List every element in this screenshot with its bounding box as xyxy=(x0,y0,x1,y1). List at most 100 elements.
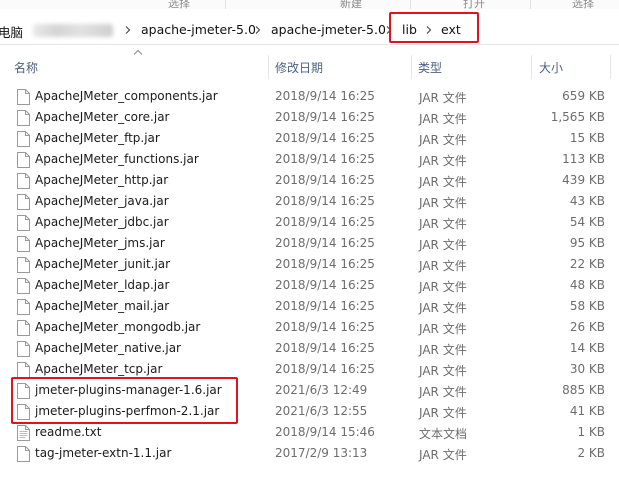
text-file-icon xyxy=(17,425,30,441)
file-size: 439 KB xyxy=(562,173,605,187)
file-date: 2017/2/9 13:13 xyxy=(275,446,368,460)
file-type: JAR 文件 xyxy=(419,301,467,315)
file-icon xyxy=(17,194,30,210)
file-name: ApacheJMeter_junit.jar xyxy=(35,257,171,271)
file-name: ApacheJMeter_functions.jar xyxy=(35,152,199,166)
file-icon xyxy=(17,446,30,462)
file-icon xyxy=(17,131,30,147)
file-row[interactable]: ApacheJMeter_ftp.jar 2018/9/14 16:25 JAR… xyxy=(8,128,619,149)
file-row[interactable]: ApacheJMeter_http.jar 2018/9/14 16:25 JA… xyxy=(8,170,619,191)
file-type: JAR 文件 xyxy=(419,322,467,336)
file-row[interactable]: ApacheJMeter_functions.jar 2018/9/14 16:… xyxy=(8,149,619,170)
column-header-row: 名称 修改日期 类型 大小 xyxy=(0,55,619,80)
file-icon xyxy=(17,257,30,273)
file-row[interactable]: ApacheJMeter_mail.jar 2018/9/14 16:25 JA… xyxy=(8,296,619,317)
file-size: 1,565 KB xyxy=(550,110,605,124)
file-size: 48 KB xyxy=(569,278,605,292)
file-row[interactable]: readme.txt 2018/9/14 15:46 文本文档 1 KB xyxy=(8,422,619,443)
file-icon xyxy=(17,299,30,315)
ribbon-group-label: 新建 xyxy=(340,0,362,9)
column-divider[interactable] xyxy=(531,55,532,79)
file-icon xyxy=(17,110,30,126)
file-type: JAR 文件 xyxy=(419,154,467,168)
file-row[interactable]: ApacheJMeter_jdbc.jar 2018/9/14 16:25 JA… xyxy=(8,212,619,233)
file-type: JAR 文件 xyxy=(419,133,467,147)
file-type: JAR 文件 xyxy=(419,280,467,294)
file-size: 2 KB xyxy=(577,446,605,460)
column-divider[interactable] xyxy=(268,55,269,79)
chevron-right-icon[interactable] xyxy=(253,25,263,35)
file-icon xyxy=(17,341,30,357)
file-row[interactable]: ApacheJMeter_ldap.jar 2018/9/14 16:25 JA… xyxy=(8,275,619,296)
file-name: ApacheJMeter_http.jar xyxy=(35,173,169,187)
file-row[interactable]: ApacheJMeter_java.jar 2018/9/14 16:25 JA… xyxy=(8,191,619,212)
file-row[interactable]: ApacheJMeter_core.jar 2018/9/14 16:25 JA… xyxy=(8,107,619,128)
file-type: 文本文档 xyxy=(419,427,468,441)
file-icon xyxy=(17,362,30,378)
file-date: 2018/9/14 16:25 xyxy=(275,110,375,124)
file-row[interactable]: ApacheJMeter_junit.jar 2018/9/14 16:25 J… xyxy=(8,254,619,275)
file-size: 95 KB xyxy=(569,236,605,250)
file-date: 2021/6/3 12:55 xyxy=(275,404,368,418)
file-date: 2018/9/14 16:25 xyxy=(275,341,375,355)
file-name: ApacheJMeter_jdbc.jar xyxy=(35,215,169,229)
file-size: 41 KB xyxy=(569,404,605,418)
ribbon-group-label: 选择 xyxy=(168,0,190,9)
file-type: JAR 文件 xyxy=(419,448,467,462)
breadcrumb-apache-jmeter-outer[interactable]: apache-jmeter-5.0 xyxy=(141,22,256,37)
file-name: readme.txt xyxy=(35,425,102,439)
file-name: ApacheJMeter_java.jar xyxy=(35,194,169,208)
file-date: 2018/9/14 16:25 xyxy=(275,257,375,271)
file-size: 1 KB xyxy=(577,425,605,439)
file-name: ApacheJMeter_tcp.jar xyxy=(35,362,163,376)
file-size: 26 KB xyxy=(569,320,605,334)
file-size: 43 KB xyxy=(569,194,605,208)
file-date: 2018/9/14 15:46 xyxy=(275,425,375,439)
file-icon xyxy=(17,278,30,294)
file-date: 2018/9/14 16:25 xyxy=(275,173,375,187)
file-type: JAR 文件 xyxy=(419,385,467,399)
file-type: JAR 文件 xyxy=(419,91,467,105)
file-row[interactable]: ApacheJMeter_native.jar 2018/9/14 16:25 … xyxy=(8,338,619,359)
file-row[interactable]: ApacheJMeter_components.jar 2018/9/14 16… xyxy=(8,86,619,107)
highlight-box-breadcrumb xyxy=(389,12,479,43)
column-divider[interactable] xyxy=(610,55,611,79)
file-type: JAR 文件 xyxy=(419,112,467,126)
file-date: 2018/9/14 16:25 xyxy=(275,362,375,376)
file-date: 2018/9/14 16:25 xyxy=(275,299,375,313)
column-header-date[interactable]: 修改日期 xyxy=(275,59,323,76)
address-bar[interactable]: 电脑 apache-jmeter-5.0 apache-jmeter-5.0 l… xyxy=(0,15,619,45)
file-size: 30 KB xyxy=(569,362,605,376)
file-type: JAR 文件 xyxy=(419,196,467,210)
column-header-type[interactable]: 类型 xyxy=(418,59,442,76)
file-row[interactable]: ApacheJMeter_jms.jar 2018/9/14 16:25 JAR… xyxy=(8,233,619,254)
file-size: 885 KB xyxy=(562,383,605,397)
file-name: ApacheJMeter_ldap.jar xyxy=(35,278,170,292)
file-name: ApacheJMeter_native.jar xyxy=(35,341,181,355)
file-date: 2021/6/3 12:49 xyxy=(275,383,368,397)
file-row[interactable]: ApacheJMeter_mongodb.jar 2018/9/14 16:25… xyxy=(8,317,619,338)
file-type: JAR 文件 xyxy=(419,217,467,231)
file-icon xyxy=(17,89,30,105)
file-name: ApacheJMeter_core.jar xyxy=(35,110,170,124)
file-date: 2018/9/14 16:25 xyxy=(275,215,375,229)
file-date: 2018/9/14 16:25 xyxy=(275,194,375,208)
file-date: 2018/9/14 16:25 xyxy=(275,236,375,250)
breadcrumb-apache-jmeter-inner[interactable]: apache-jmeter-5.0 xyxy=(271,22,386,37)
file-size: 14 KB xyxy=(569,341,605,355)
ribbon-group-label: 打开 xyxy=(463,0,485,9)
file-date: 2018/9/14 16:25 xyxy=(275,131,375,145)
breadcrumb-this-pc[interactable]: 电脑 xyxy=(0,22,23,41)
highlight-box-plugins xyxy=(11,377,238,424)
column-divider[interactable] xyxy=(411,55,412,79)
file-size: 22 KB xyxy=(569,257,605,271)
file-row[interactable]: tag-jmeter-extn-1.1.jar 2017/2/9 13:13 J… xyxy=(8,443,619,464)
column-header-size[interactable]: 大小 xyxy=(539,59,563,76)
column-header-name[interactable]: 名称 xyxy=(14,59,38,76)
file-size: 54 KB xyxy=(569,215,605,229)
file-size: 659 KB xyxy=(562,89,605,103)
chevron-right-icon[interactable] xyxy=(123,25,133,35)
blurred-path-segment xyxy=(33,24,113,37)
file-date: 2018/9/14 16:25 xyxy=(275,152,375,166)
file-name: ApacheJMeter_ftp.jar xyxy=(35,131,160,145)
